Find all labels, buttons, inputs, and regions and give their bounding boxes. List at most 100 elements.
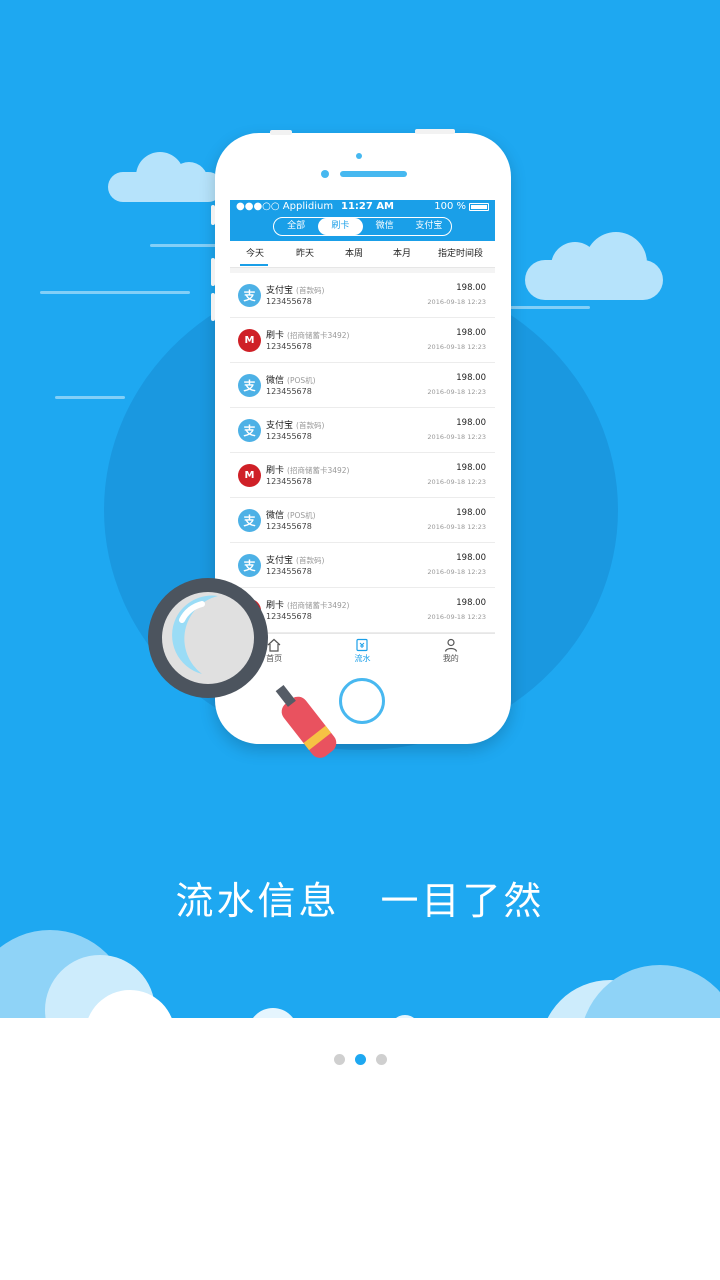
cloud-left <box>108 150 228 202</box>
active-tab-indicator <box>240 264 268 266</box>
page-dot[interactable] <box>334 1054 345 1065</box>
transaction-amount: 198.00 <box>456 328 486 338</box>
transaction-name-wrap: 刷卡 (招商储蓄卡3492) <box>266 463 349 476</box>
transaction-name: 刷卡 <box>266 331 285 341</box>
page-indicator <box>334 1054 387 1065</box>
transaction-number: 123455678 <box>266 477 312 486</box>
transaction-amount: 198.00 <box>456 553 486 563</box>
tab-custom-range[interactable]: 指定时间段 <box>426 241 495 267</box>
transaction-detail: (招商储蓄卡3492) <box>287 331 350 340</box>
transaction-amount: 198.00 <box>456 283 486 293</box>
transaction-date: 2016-09-18 12:23 <box>427 478 486 486</box>
cloud-right <box>525 232 665 300</box>
segment-card[interactable]: 刷卡 <box>318 218 363 235</box>
transaction-date: 2016-09-18 12:23 <box>427 433 486 441</box>
motion-streak <box>510 306 590 309</box>
transaction-name-wrap: 刷卡 (招商储蓄卡3492) <box>266 328 349 341</box>
tab-this-month[interactable]: 本月 <box>378 241 426 267</box>
tab-yesterday[interactable]: 昨天 <box>280 241 330 267</box>
phone-front-camera <box>321 170 329 178</box>
phone-top-button <box>270 130 292 135</box>
bank-card-icon: M <box>238 329 261 352</box>
transaction-name-wrap: 支付宝 (首款码) <box>266 553 324 566</box>
transaction-date: 2016-09-18 12:23 <box>427 388 486 396</box>
transaction-name-wrap: 支付宝 (首款码) <box>266 283 324 296</box>
transaction-row[interactable]: 支 支付宝 (首款码) 123455678 198.00 2016-09-18 1… <box>230 273 495 318</box>
alipay-icon: 支 <box>238 554 261 577</box>
transaction-name-wrap: 微信 (POS机) <box>266 373 316 386</box>
transaction-date: 2016-09-18 12:23 <box>427 523 486 531</box>
wechat-icon: 支 <box>238 374 261 397</box>
headline: 流水信息 一目了然 <box>175 879 545 923</box>
transaction-number: 123455678 <box>266 567 312 576</box>
transaction-date: 2016-09-18 12:23 <box>427 568 486 576</box>
phone-side-button <box>211 258 215 286</box>
tabbar-mine[interactable]: 我的 <box>407 634 495 668</box>
motion-streak <box>150 244 220 247</box>
filter-segmented-control: 全部 刷卡 微信 支付宝 <box>273 217 452 236</box>
transaction-amount: 198.00 <box>456 463 486 473</box>
segment-alipay[interactable]: 支付宝 <box>407 218 451 235</box>
transaction-amount: 198.00 <box>456 418 486 428</box>
transaction-detail: (POS机) <box>287 376 316 385</box>
transaction-row[interactable]: M 刷卡(招商储蓄卡3492) 123455678 198.00 2016-09… <box>230 318 495 363</box>
filter-segment-bar: 全部 刷卡 微信 支付宝 <box>230 214 495 241</box>
bottom-clouds-right <box>390 960 720 1018</box>
date-tabs: 今天 昨天 本周 本月 指定时间段 <box>230 241 495 268</box>
user-icon <box>444 638 457 652</box>
transaction-name-wrap: 微信 (POS机) <box>266 508 316 521</box>
transaction-name: 支付宝 <box>266 556 294 566</box>
transaction-name: 微信 <box>266 511 285 521</box>
page-dot[interactable] <box>376 1054 387 1065</box>
transaction-date: 2016-09-18 12:23 <box>427 613 486 621</box>
status-time: 11:27 AM <box>341 201 395 212</box>
segment-all[interactable]: 全部 <box>274 218 318 235</box>
bottom-clouds-left <box>0 920 300 1018</box>
transaction-amount: 198.00 <box>456 598 486 608</box>
transaction-name: 微信 <box>266 376 285 386</box>
motion-streak <box>55 396 125 399</box>
transaction-number: 123455678 <box>266 522 312 531</box>
phone-side-button <box>211 293 215 321</box>
transaction-name: 支付宝 <box>266 421 294 431</box>
transaction-number: 123455678 <box>266 387 312 396</box>
hero-background: ●●●○○ Applidium 11:27 AM 100 % 全部 刷卡 微信 … <box>0 0 720 1018</box>
segment-wechat[interactable]: 微信 <box>363 218 407 235</box>
transaction-amount: 198.00 <box>456 508 486 518</box>
phone-top-button <box>415 129 455 134</box>
transaction-row[interactable]: M 刷卡(招商储蓄卡3492) 123455678 198.00 2016-09… <box>230 453 495 498</box>
transaction-detail: (首款码) <box>296 556 325 565</box>
alipay-icon: 支 <box>238 284 261 307</box>
transaction-detail: (POS机) <box>287 511 316 520</box>
magnifier-icon <box>148 578 337 758</box>
battery-icon <box>469 202 489 211</box>
status-bar: ●●●○○ Applidium 11:27 AM 100 % <box>230 200 495 214</box>
transaction-detail: (首款码) <box>296 421 325 430</box>
battery-status: 100 % <box>434 201 489 212</box>
transaction-date: 2016-09-18 12:23 <box>427 343 486 351</box>
transaction-name-wrap: 支付宝 (首款码) <box>266 418 324 431</box>
motion-streak <box>40 291 190 294</box>
transaction-number: 123455678 <box>266 297 312 306</box>
battery-label: 100 % <box>434 201 466 212</box>
transaction-date: 2016-09-18 12:23 <box>427 298 486 306</box>
transaction-amount: 198.00 <box>456 373 486 383</box>
page-dot-active[interactable] <box>355 1054 366 1065</box>
transaction-number: 123455678 <box>266 432 312 441</box>
transaction-name: 刷卡 <box>266 466 285 476</box>
wechat-icon: 支 <box>238 509 261 532</box>
phone-speaker <box>340 171 407 177</box>
alipay-icon: 支 <box>238 419 261 442</box>
phone-side-button <box>211 205 215 225</box>
transaction-row[interactable]: 支 微信 (POS机) 123455678 198.00 2016-09-18 1… <box>230 498 495 543</box>
transaction-name: 支付宝 <box>266 286 294 296</box>
transaction-row[interactable]: 支 支付宝 (首款码) 123455678 198.00 2016-09-18 1… <box>230 408 495 453</box>
tab-this-week[interactable]: 本周 <box>330 241 378 267</box>
transaction-row[interactable]: 支 微信 (POS机) 123455678 198.00 2016-09-18 1… <box>230 363 495 408</box>
ledger-icon <box>356 638 369 652</box>
bank-card-icon: M <box>238 464 261 487</box>
phone-camera <box>356 153 362 159</box>
carrier-label: ●●●○○ Applidium <box>236 201 334 212</box>
tabbar-ledger-label: 流水 <box>354 654 371 663</box>
transaction-number: 123455678 <box>266 342 312 351</box>
